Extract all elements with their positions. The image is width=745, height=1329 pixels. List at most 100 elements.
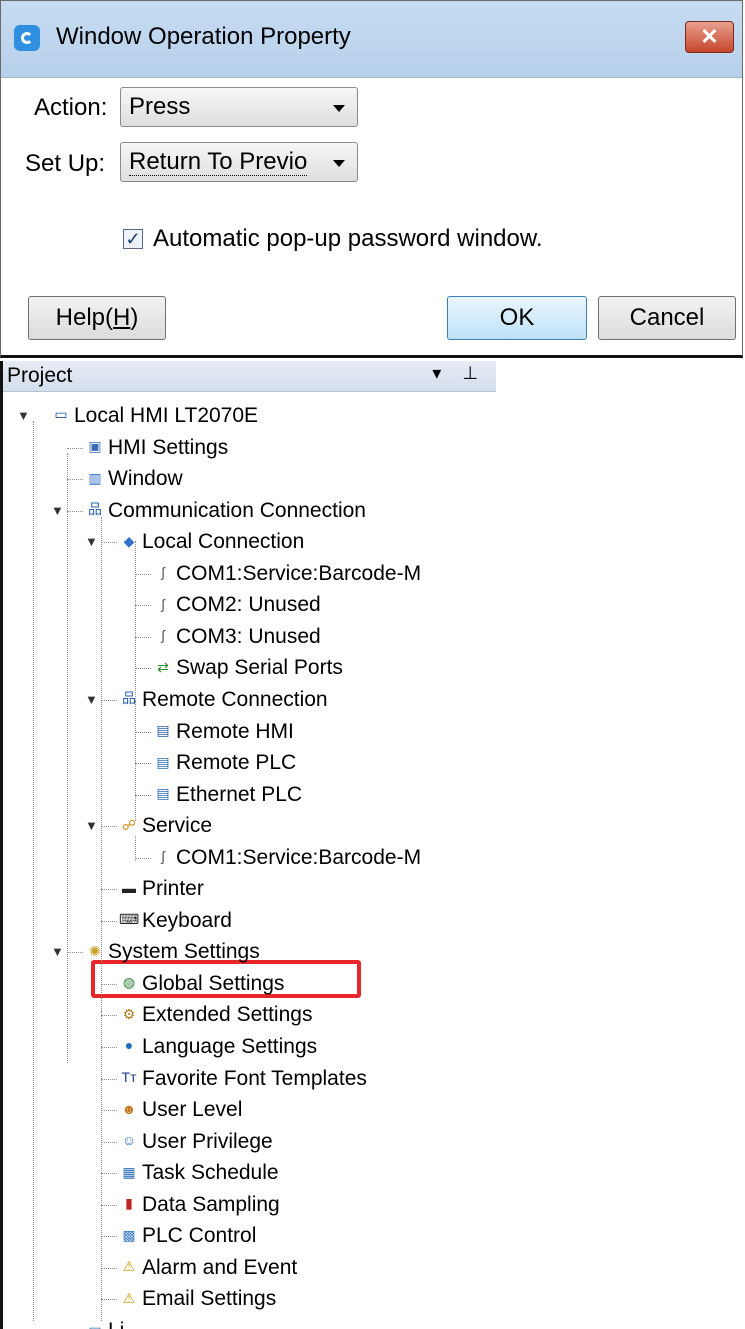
tree-item-label: Alarm and Event [142,1255,298,1279]
tree-item[interactable]: Tт Favorite Font Templates [119,1063,367,1094]
chevron-down-icon [333,105,345,112]
network-icon: 品 [122,690,136,707]
tree-connector [101,826,117,828]
tree-item[interactable]: ▬ Printer [119,873,204,904]
tree-item[interactable]: ▦ Task Schedule [119,1157,279,1188]
tree-item-label: COM2: Unused [176,593,321,617]
tree-connector [67,447,83,449]
tree-item-label: Data Sampling [142,1192,280,1216]
tree-item[interactable]: ▤ Remote HMI [153,716,293,747]
remote-plc-icon: ▤ [156,753,170,770]
remote-hmi-icon: ▤ [156,721,170,738]
chevron-down-icon [333,160,345,167]
tree-item-label: Communication Connection [108,498,366,522]
global-settings-icon: ◍ [122,974,136,991]
tree-item[interactable]: ✺ System Settings [85,936,260,967]
tree-item[interactable]: ☺ User Privilege [119,1126,273,1157]
window-icon: ▥ [88,469,102,486]
tree-guide-line [135,836,136,861]
tree-item[interactable]: ⇄ Swap Serial Ports [153,652,343,683]
action-select[interactable]: Press [120,87,358,127]
collapse-toggle-icon[interactable]: ▼ [51,503,64,518]
tree-item-label: Task Schedule [142,1161,279,1185]
tree-item-label: Favorite Font Templates [142,1066,367,1090]
tree-item[interactable]: ⌨ Keyboard [119,905,232,936]
action-select-value: Press [129,93,191,120]
hmi-settings-icon: ▣ [88,438,102,454]
tree-item[interactable]: ▤ Remote PLC [153,747,296,778]
tree-item-label: Window [108,467,183,491]
tree-item[interactable]: ▣ HMI Settings [85,432,228,463]
collapse-toggle-icon[interactable]: ▼ [85,534,98,549]
tree-item-label: COM1:Service:Barcode-M [176,561,422,585]
tree-item-label: Remote PLC [176,751,297,775]
tree-item[interactable]: ◍ Global Settings [119,968,285,999]
project-pane: Project ▾ ⊥ ▭ Local HMI LT2070E ▼ ▣ HMI Sett… [0,361,499,1329]
dialog-titlebar[interactable]: Window Operation Property ✕ [1,1,742,78]
tree-connector [101,1204,117,1206]
tree-item[interactable]: ▭Li [85,1315,124,1329]
tree-item-label: Ethernet PLC [176,782,303,806]
tree-item[interactable]: ʃ COM1:Service:Barcode-M [153,842,421,873]
tree-connector [101,542,117,544]
tree-item[interactable]: 品 Remote Connection [119,684,328,715]
tree-item[interactable]: ⚙ Extended Settings [119,999,313,1030]
password-popup-label[interactable]: Automatic pop-up password window. [153,225,543,253]
tree-connector [135,794,151,796]
tree-item-label: Language Settings [142,1035,318,1058]
user-privilege-icon: ☺ [121,1132,137,1149]
tree-item[interactable]: ▥ Window [85,463,183,494]
tree-item-label: Global Settings [142,971,285,995]
collapse-toggle-icon[interactable]: ▼ [17,408,30,423]
help-button[interactable]: Help(H) [28,296,166,340]
ok-button[interactable]: OK [447,296,587,340]
extended-settings-icon: ⚙ [122,1005,136,1022]
tree-connector [135,763,151,765]
tree-item[interactable]: ▤ Ethernet PLC [153,779,302,810]
serial-port-icon: ʃ [161,848,165,865]
close-button[interactable]: ✕ [685,21,734,53]
tree-item[interactable]: ☻ User Level [119,1094,243,1125]
collapse-toggle-icon[interactable]: ▼ [85,692,98,707]
close-icon: ✕ [700,24,719,49]
tree-item[interactable]: ● Language Settings [119,1031,317,1062]
tree-guide-line [101,517,102,1027]
system-settings-icon: ✺ [89,942,101,959]
tree-connector [101,699,117,701]
tree-item[interactable]: ⚠ Alarm and Event [119,1252,298,1283]
tree-item[interactable]: ◆ Local Connection [119,526,305,557]
tree-connector [135,857,151,859]
bar-chart-icon: ▮ [125,1195,133,1212]
app-icon [14,25,40,51]
tree-guide-line [135,701,136,821]
tree-item[interactable]: ʃ COM1:Service:Barcode-M [153,558,421,589]
tree-item[interactable]: ▮ Data Sampling [119,1189,280,1220]
collapse-toggle-icon[interactable]: ▼ [51,944,64,959]
tree-item-label: Keyboard [142,908,232,932]
tree-item[interactable]: ▩ PLC Control [119,1220,256,1251]
tree-item[interactable]: ʃ COM3: Unused [153,621,320,652]
tree-item[interactable]: ☍ Service [119,810,212,841]
tree-connector [101,1299,117,1301]
tree-guide-line [67,453,68,1063]
language-icon: ● [124,1037,134,1054]
keyboard-icon: ⌨ [119,911,140,928]
project-pane-header: Project ▾ ⊥ [3,361,496,392]
tree-connector [101,1078,117,1080]
collapse-toggle-icon[interactable]: ▼ [85,818,98,833]
setup-select[interactable]: Return To Previo [120,142,358,182]
tree-item[interactable]: ⚠ Email Settings [119,1283,277,1314]
library-icon: ▭ [85,1319,105,1329]
pin-icon[interactable]: ▾ ⊥ [432,363,486,384]
cancel-button[interactable]: Cancel [598,296,736,340]
help-label: Help( [55,304,113,331]
tree-item-label: Li [108,1319,124,1329]
tree-item[interactable]: 品 Communication Connection [85,495,366,526]
tree-item[interactable]: ʃ COM2: Unused [153,589,321,620]
tree-item-label: Local Connection [142,530,305,554]
password-popup-checkbox[interactable]: ✓ [123,229,143,249]
setup-label: Set Up: [25,150,106,177]
tree-connector [101,1110,117,1112]
tree-item[interactable]: ▭ Local HMI LT2070E [51,400,258,431]
tree-item-label: Extended Settings [142,1003,313,1027]
